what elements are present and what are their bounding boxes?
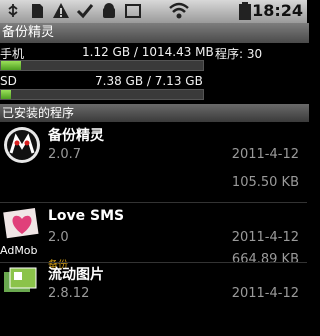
wifi-icon [169, 2, 189, 19]
flowing-images-icon [4, 267, 37, 292]
app-name: Love SMS [48, 208, 125, 224]
app-list-item[interactable]: 流动图片 2.8.12 2011-4-12 [0, 264, 307, 336]
warning-icon [53, 3, 69, 18]
installed-apps-header: 已安装的程序 [0, 104, 309, 122]
backup-wizard-icon [4, 127, 40, 163]
divider [0, 262, 307, 263]
check-icon [76, 4, 94, 19]
android-icon [103, 3, 115, 18]
app-list-item[interactable]: AdMob Love SMS 2.0 2011-4-12 备份 664.89 K… [0, 204, 307, 271]
app-name: 备份精灵 [48, 128, 104, 144]
usb-icon [8, 4, 18, 17]
battery-icon [239, 2, 251, 20]
phone-storage: 手机 1.12 GB / 1014.43 MB 程序: 30 [0, 45, 307, 75]
app-title: 备份精灵 [0, 23, 309, 43]
app-date: 2011-4-12 [231, 286, 299, 301]
sd-storage-bar [0, 89, 204, 100]
sd-storage-label: SD [0, 74, 17, 88]
love-sms-icon [3, 208, 39, 239]
phone-storage-bar-fill [1, 61, 22, 70]
phone-storage-value: 1.12 GB / 1014.43 MB [82, 45, 214, 59]
app-version: 2.0 [48, 230, 69, 245]
sd-storage-bar-fill [1, 90, 12, 99]
status-bar: 18:24 [0, 0, 307, 23]
app-name: 流动图片 [48, 267, 104, 283]
app-date: 2011-4-12 [231, 230, 299, 245]
program-count: 程序: 30 [215, 47, 263, 61]
phone-storage-bar [0, 60, 204, 71]
status-time: 18:24 [252, 1, 303, 20]
sd-storage-value: 7.38 GB / 7.13 GB [95, 74, 203, 88]
app-version: 2.8.12 [48, 286, 90, 301]
app-list-item[interactable]: 备份精灵 2.0.7 2011-4-12 105.50 KB [0, 123, 307, 203]
sd-card-icon [32, 4, 43, 18]
sd-storage: SD 7.38 GB / 7.13 GB [0, 74, 307, 104]
divider [0, 202, 307, 203]
notification-icon [125, 4, 141, 18]
app-date: 2011-4-12 [231, 147, 299, 162]
app-version: 2.0.7 [48, 147, 82, 162]
app-size: 105.50 KB [231, 175, 299, 190]
admob-label: AdMob [0, 244, 38, 257]
